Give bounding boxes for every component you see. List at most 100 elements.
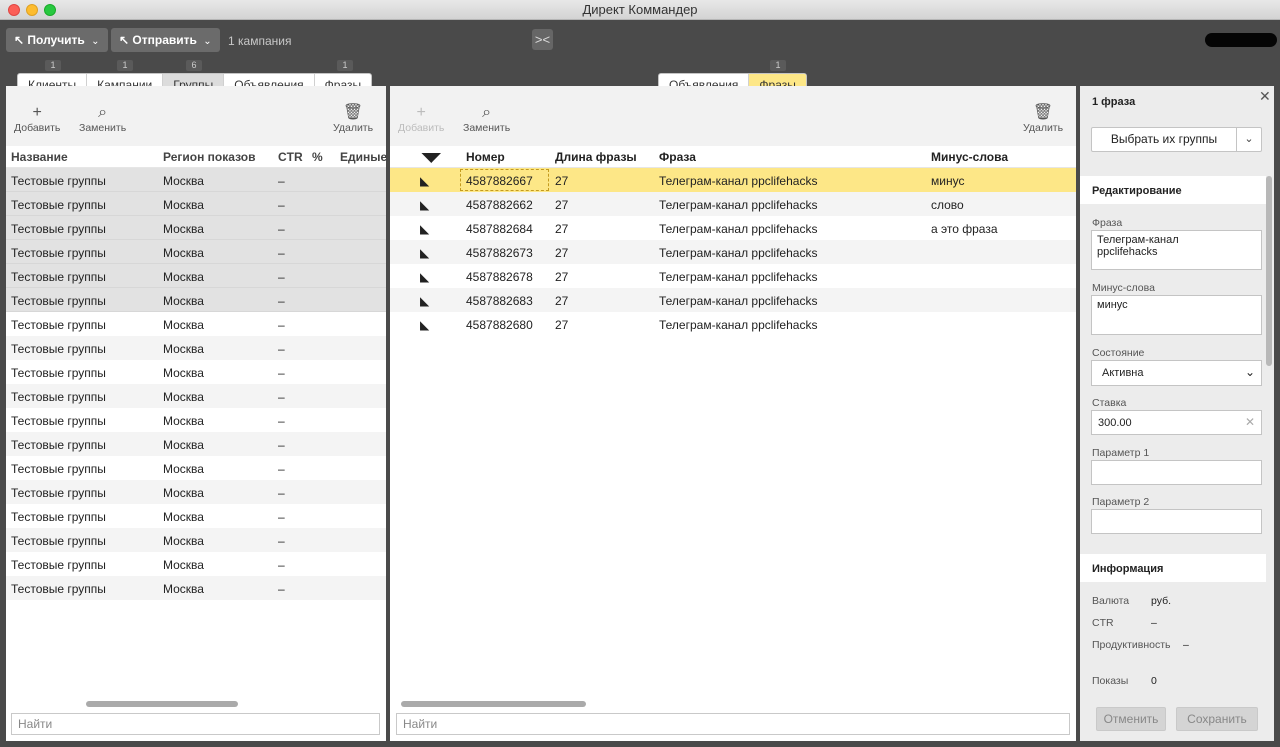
table-row[interactable]: Тестовые группы Москва – bbox=[6, 312, 386, 336]
replace-button-label: Заменить bbox=[463, 122, 511, 134]
group-name: Тестовые группы bbox=[11, 438, 106, 452]
phrase-minus-words: минус bbox=[931, 174, 965, 188]
table-row[interactable]: Тестовые группы Москва – bbox=[6, 240, 386, 264]
impressions-label: Показы bbox=[1092, 675, 1129, 687]
get-icon: ↖ bbox=[14, 33, 25, 47]
table-row[interactable]: Тестовые группы Москва – bbox=[6, 384, 386, 408]
vertical-scrollbar[interactable] bbox=[1266, 176, 1272, 366]
table-row[interactable]: Тестовые группы Москва – bbox=[6, 576, 386, 600]
chevron-down-icon[interactable]: ⌄ bbox=[1237, 127, 1262, 152]
table-row[interactable]: ◣ 4587882684 27 Телеграм-канал ppclifehacks… bbox=[390, 216, 1076, 240]
get-button[interactable]: ↖ Получить ⌄ bbox=[6, 28, 108, 52]
send-icon: ↖ bbox=[119, 33, 130, 47]
group-region: Москва bbox=[163, 342, 204, 356]
column-header-phrase[interactable]: Фраза bbox=[659, 150, 696, 164]
search-input[interactable]: Найти bbox=[396, 713, 1070, 735]
get-button-label: Получить bbox=[27, 33, 85, 47]
param2-field[interactable] bbox=[1091, 509, 1262, 534]
table-row[interactable]: Тестовые группы Москва – bbox=[6, 528, 386, 552]
phrase-minus-words: а это фраза bbox=[931, 222, 998, 236]
phrase-field[interactable]: Телеграм-канал ppclifehacks bbox=[1091, 230, 1262, 270]
group-ctr: – bbox=[278, 534, 285, 548]
active-flag-icon: ◣ bbox=[420, 270, 430, 284]
table-row[interactable]: ◣ 4587882680 27 Телеграм-канал ppclifehacks bbox=[390, 312, 1076, 336]
column-header-unified[interactable]: Единые bbox=[340, 150, 387, 164]
group-name: Тестовые группы bbox=[11, 318, 106, 332]
clear-icon[interactable]: ✕ bbox=[1245, 416, 1255, 428]
swap-panels-button[interactable]: >< bbox=[532, 29, 553, 50]
group-region: Москва bbox=[163, 198, 204, 212]
add-button[interactable]: + Добавить bbox=[398, 104, 444, 134]
send-button[interactable]: ↖ Отправить ⌄ bbox=[111, 28, 220, 52]
table-row[interactable]: Тестовые группы Москва – bbox=[6, 264, 386, 288]
bid-field[interactable]: 300.00 ✕ bbox=[1091, 410, 1262, 435]
active-flag-icon: ◣ bbox=[420, 294, 430, 308]
phrase-length: 27 bbox=[555, 222, 569, 236]
table-row[interactable]: ◣ 4587882662 27 Телеграм-канал ppclifehacks… bbox=[390, 192, 1076, 216]
column-header-number[interactable]: Номер bbox=[466, 150, 505, 164]
phrase-number: 4587882662 bbox=[466, 198, 533, 212]
impressions-value: 0 bbox=[1151, 675, 1157, 687]
search-input[interactable]: Найти bbox=[11, 713, 380, 735]
active-flag-icon: ◣ bbox=[420, 198, 430, 212]
column-header-length[interactable]: Длина фразы bbox=[555, 150, 637, 164]
table-row[interactable]: Тестовые группы Москва – bbox=[6, 336, 386, 360]
window-maximize-button[interactable] bbox=[44, 4, 56, 16]
column-header-minus-words[interactable]: Минус-слова bbox=[931, 150, 1008, 164]
table-row[interactable]: Тестовые группы Москва – bbox=[6, 432, 386, 456]
column-header-name[interactable]: Название bbox=[11, 150, 68, 164]
details-header: 1 фраза ✕ Выбрать их группы ⌄ bbox=[1080, 86, 1274, 176]
phrase-text: Телеграм-канал ppclifehacks bbox=[659, 198, 818, 212]
phrase-text: Телеграм-канал ppclifehacks bbox=[659, 222, 818, 236]
group-name: Тестовые группы bbox=[11, 246, 106, 260]
minus-words-field[interactable]: минус bbox=[1091, 295, 1262, 335]
table-row[interactable]: ◣ 4587882683 27 Телеграм-канал ppclifehacks bbox=[390, 288, 1076, 312]
table-row[interactable]: Тестовые группы Москва – bbox=[6, 504, 386, 528]
table-row[interactable]: ◣ 4587882673 27 Телеграм-канал ppclifehacks bbox=[390, 240, 1076, 264]
replace-button[interactable]: ⌕ Заменить bbox=[79, 104, 126, 134]
window-title: Директ Коммандер bbox=[582, 2, 698, 17]
horizontal-scrollbar[interactable] bbox=[86, 701, 238, 707]
cancel-button[interactable]: Отменить bbox=[1096, 707, 1166, 731]
currency-label: Валюта bbox=[1092, 595, 1130, 607]
column-header-region[interactable]: Регион показов bbox=[163, 150, 255, 164]
param1-field[interactable] bbox=[1091, 460, 1262, 485]
info-section-title: Информация bbox=[1080, 554, 1266, 582]
status-column-icon[interactable]: ◥◤ bbox=[422, 150, 440, 164]
window-minimize-button[interactable] bbox=[26, 4, 38, 16]
group-name: Тестовые группы bbox=[11, 294, 106, 308]
select-group-button[interactable]: Выбрать их группы bbox=[1091, 127, 1237, 152]
state-select[interactable]: Активна ⌄ bbox=[1091, 360, 1262, 386]
table-row[interactable]: Тестовые группы Москва – bbox=[6, 480, 386, 504]
table-row[interactable]: Тестовые группы Москва – bbox=[6, 192, 386, 216]
table-row[interactable]: Тестовые группы Москва – bbox=[6, 552, 386, 576]
add-button[interactable]: + Добавить bbox=[14, 104, 60, 134]
horizontal-scrollbar[interactable] bbox=[401, 701, 586, 707]
save-button[interactable]: Сохранить bbox=[1176, 707, 1258, 731]
group-name: Тестовые группы bbox=[11, 534, 106, 548]
group-ctr: – bbox=[278, 582, 285, 596]
table-row[interactable]: Тестовые группы Москва – bbox=[6, 288, 386, 312]
tab-count-badge: 1 bbox=[45, 60, 61, 71]
window-close-button[interactable] bbox=[8, 4, 20, 16]
close-icon[interactable]: ✕ bbox=[1259, 88, 1271, 105]
table-row[interactable]: Тестовые группы Москва – bbox=[6, 360, 386, 384]
delete-button[interactable]: 🗑 Удалить bbox=[1023, 104, 1063, 134]
table-row[interactable]: Тестовые группы Москва – bbox=[6, 408, 386, 432]
group-name: Тестовые группы bbox=[11, 342, 106, 356]
user-account[interactable] bbox=[1205, 33, 1277, 47]
table-row[interactable]: Тестовые группы Москва – bbox=[6, 168, 386, 192]
group-name: Тестовые группы bbox=[11, 366, 106, 380]
phrase-text: Телеграм-канал ppclifehacks bbox=[659, 174, 818, 188]
table-row[interactable]: ◣ 4587882678 27 Телеграм-канал ppclifehacks bbox=[390, 264, 1076, 288]
table-row[interactable]: Тестовые группы Москва – bbox=[6, 216, 386, 240]
table-row[interactable]: Тестовые группы Москва – bbox=[6, 456, 386, 480]
column-header-percent[interactable]: % bbox=[312, 150, 323, 164]
impressions-section: Показы 0 bbox=[1080, 662, 1266, 702]
tab-count-badge: 6 bbox=[186, 60, 202, 71]
replace-button[interactable]: ⌕ Заменить bbox=[463, 104, 510, 134]
column-header-ctr[interactable]: CTR bbox=[278, 150, 303, 164]
delete-button[interactable]: 🗑 Удалить bbox=[333, 104, 373, 134]
table-row[interactable]: ◣ 4587882667 27 Телеграм-канал ppclifehacks… bbox=[390, 168, 1076, 192]
phrases-table-header: ◥◤ Номер Длина фразы Фраза Минус-слова bbox=[390, 146, 1076, 168]
